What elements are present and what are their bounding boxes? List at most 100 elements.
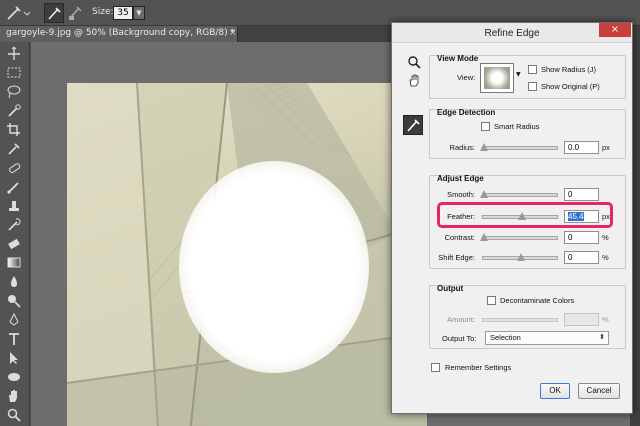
refine-radius-tool-button[interactable]	[44, 3, 64, 23]
show-original-label: Show Original (P)	[541, 82, 600, 91]
clone-stamp-tool-icon	[9, 201, 19, 211]
brush-icon	[48, 7, 61, 20]
gradient-tool-button[interactable]	[6, 255, 23, 270]
contrast-unit: %	[602, 233, 609, 242]
erase-refinements-tool-button[interactable]	[66, 3, 86, 23]
gradient-tool-icon	[7, 257, 21, 268]
remember-settings-checkbox[interactable]	[431, 363, 440, 372]
document-image	[67, 83, 427, 426]
healing-brush-tool-icon	[9, 163, 21, 174]
smart-radius-checkbox[interactable]	[481, 122, 490, 131]
radius-unit: px	[602, 143, 610, 152]
document-tab[interactable]: gargoyle-9.jpg @ 50% (Background copy, R…	[0, 26, 238, 42]
ok-button[interactable]: OK	[540, 383, 570, 399]
lasso-tool-icon	[7, 85, 21, 99]
hand-tool-button[interactable]	[407, 73, 421, 87]
eyedropper-tool-button[interactable]	[6, 141, 23, 156]
dodge-tool-icon	[8, 295, 21, 308]
document-tab-title: gargoyle-9.jpg @ 50% (Background copy, R…	[6, 28, 236, 38]
radius-label: Radius:	[449, 143, 475, 152]
size-label: Size:	[92, 7, 114, 17]
brush-size-dropdown[interactable]: ▼	[133, 6, 145, 20]
refine-radius-dialog-tool[interactable]	[403, 115, 423, 135]
dialog-close-button[interactable]: ×	[599, 23, 631, 37]
radius-input[interactable]: 0.0	[564, 141, 599, 154]
tools-panel	[0, 42, 30, 426]
hand-icon	[409, 74, 419, 87]
tool-preset-picker[interactable]	[4, 3, 32, 23]
zoom-tool-button[interactable]	[407, 55, 421, 69]
refine-radius-brush-icon	[7, 6, 31, 20]
amount-unit: %	[602, 315, 609, 324]
feathered-selection-preview	[179, 161, 369, 373]
contrast-slider-thumb[interactable]	[480, 233, 488, 241]
cancel-button[interactable]: Cancel	[578, 383, 620, 399]
lasso-tool-button[interactable]	[6, 84, 23, 99]
zoom-tool-icon	[7, 408, 21, 422]
contrast-slider[interactable]	[480, 233, 558, 241]
edge-detection-group: Edge Detection Smart Radius Radius: 0.0 …	[429, 108, 626, 159]
shape-tool-icon	[8, 373, 20, 381]
crop-tool-button[interactable]	[6, 122, 23, 137]
brush-tool-icon	[7, 182, 19, 194]
show-original-checkbox[interactable]	[528, 82, 537, 91]
smooth-label: Smooth:	[447, 190, 475, 199]
contrast-input[interactable]: 0	[564, 231, 599, 244]
feather-highlight-annotation	[437, 202, 613, 228]
dialog-titlebar[interactable]: Refine Edge ×	[392, 23, 632, 43]
hand-tool-icon	[9, 390, 17, 402]
type-tool-button[interactable]	[6, 331, 23, 346]
healing-brush-tool-button[interactable]	[6, 160, 23, 175]
amount-slider	[482, 318, 558, 322]
eraser-brush-icon	[69, 6, 82, 20]
brush-icon	[407, 119, 420, 132]
shift-edge-input[interactable]: 0	[564, 251, 599, 264]
decontaminate-colors-checkbox[interactable]	[487, 296, 496, 305]
move-tool-icon	[8, 46, 20, 60]
smooth-input[interactable]: 0	[564, 188, 599, 201]
smooth-slider-thumb[interactable]	[480, 190, 488, 198]
path-selection-tool-button[interactable]	[6, 350, 23, 365]
view-mode-group: View Mode View: ▼ Show Radius (J) Show O…	[429, 54, 626, 99]
view-label: View:	[457, 73, 476, 82]
shift-edge-slider-thumb[interactable]	[517, 253, 525, 261]
edge-detection-title: Edge Detection	[437, 108, 496, 117]
smart-radius-label: Smart Radius	[494, 122, 540, 131]
marquee-tool-button[interactable]	[6, 65, 23, 80]
clone-stamp-tool-button[interactable]	[6, 198, 23, 213]
output-to-label: Output To:	[442, 334, 477, 343]
history-brush-tool-button[interactable]	[6, 217, 23, 232]
move-tool-button[interactable]	[6, 46, 23, 61]
view-mode-title: View Mode	[437, 54, 479, 63]
decontaminate-colors-label: Decontaminate Colors	[500, 296, 575, 305]
brush-tool-button[interactable]	[6, 179, 23, 194]
close-icon: ×	[610, 24, 620, 35]
chevron-updown-icon: ⬍	[599, 334, 605, 341]
path-selection-tool-icon	[10, 352, 18, 364]
output-to-value: Selection	[490, 333, 521, 342]
marquee-tool-icon	[7, 67, 21, 78]
chevron-down-icon: ▼	[136, 9, 142, 17]
show-radius-checkbox[interactable]	[528, 65, 537, 74]
radius-slider-thumb[interactable]	[480, 143, 488, 151]
output-to-select[interactable]: Selection ⬍	[485, 331, 609, 345]
view-preview-swatch	[484, 67, 510, 89]
shift-edge-unit: %	[602, 253, 609, 262]
quick-selection-tool-button[interactable]	[6, 103, 23, 118]
hand-tool-button[interactable]	[6, 388, 23, 403]
amount-input	[564, 313, 599, 326]
view-mode-thumbnail[interactable]: ▼	[480, 63, 521, 93]
pen-tool-button[interactable]	[6, 312, 23, 327]
blur-tool-button[interactable]	[6, 274, 23, 289]
brush-size-input[interactable]: 35	[113, 6, 133, 20]
remember-settings-label: Remember Settings	[445, 363, 512, 372]
shape-tool-button[interactable]	[6, 369, 23, 384]
dodge-tool-button[interactable]	[6, 293, 23, 308]
radius-slider[interactable]	[480, 143, 558, 151]
shift-edge-slider[interactable]	[482, 253, 558, 261]
smooth-slider[interactable]	[480, 190, 558, 198]
crop-tool-icon	[7, 123, 20, 136]
eraser-tool-button[interactable]	[6, 236, 23, 251]
zoom-tool-button[interactable]	[6, 407, 23, 422]
document-tab-close-icon[interactable]: ×	[229, 28, 237, 38]
